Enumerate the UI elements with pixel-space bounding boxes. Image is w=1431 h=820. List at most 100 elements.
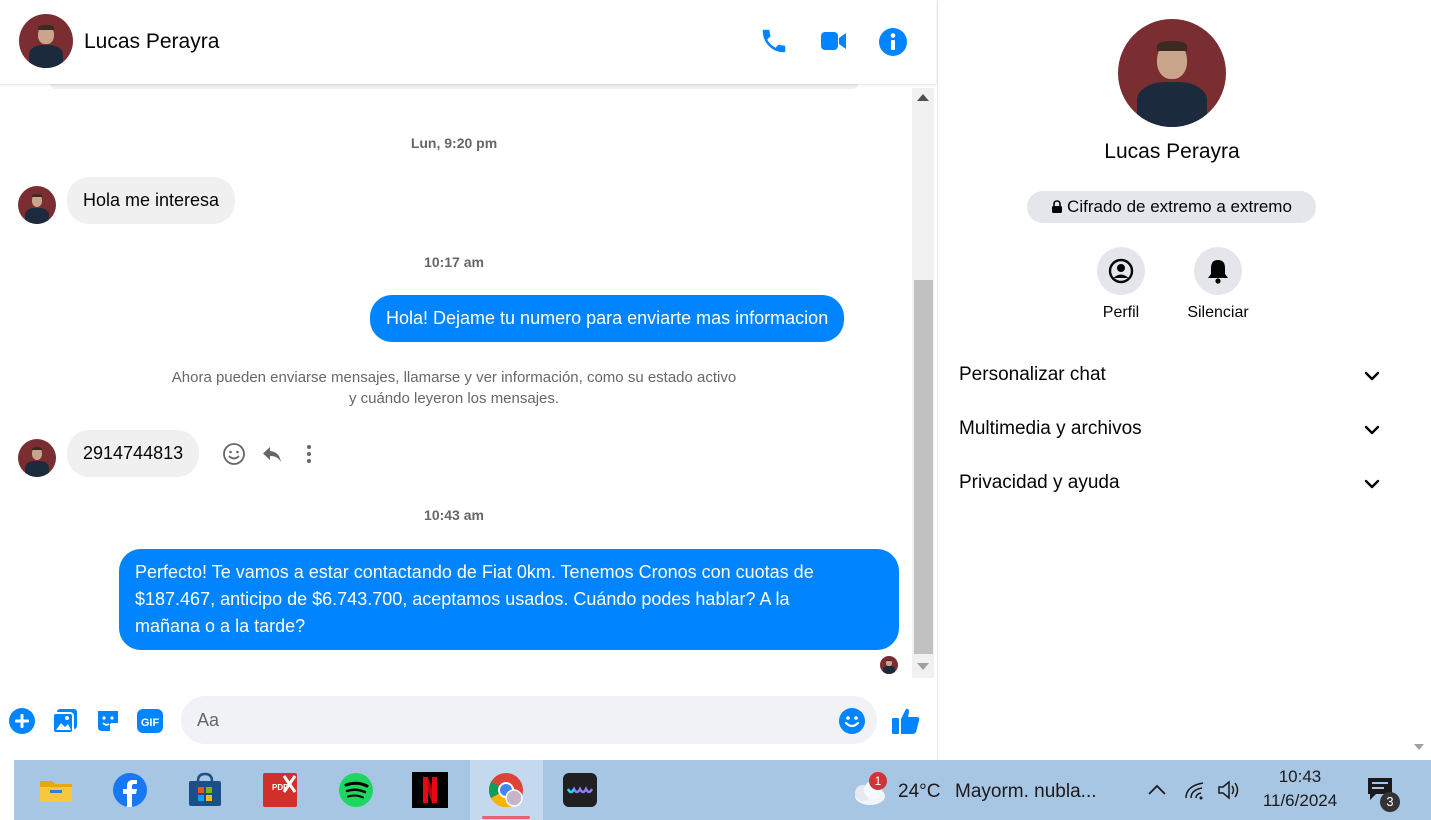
- bell-icon: [1208, 260, 1228, 284]
- more-actions-button[interactable]: [8, 707, 36, 735]
- sticker-button[interactable]: [94, 707, 122, 735]
- sender-avatar[interactable]: [18, 186, 56, 224]
- emoji-button[interactable]: [838, 707, 866, 735]
- system-notice: Ahora pueden enviarse mensajes, llamarse…: [104, 367, 804, 409]
- customize-chat-section[interactable]: Personalizar chat: [959, 364, 1385, 390]
- message-input[interactable]: [181, 696, 877, 744]
- network-status-button[interactable]: [1183, 778, 1207, 802]
- scrollbar-thumb[interactable]: [914, 280, 933, 654]
- profile-name: Lucas Perayra: [1104, 140, 1240, 163]
- microsoft-store-button[interactable]: [187, 772, 223, 808]
- clock-date: 11/6/2024: [1262, 791, 1338, 810]
- voice-call-button[interactable]: [759, 26, 789, 56]
- message-text: 2914744813: [83, 443, 184, 463]
- chevron-down-icon: [1364, 479, 1380, 489]
- spotify-icon: [339, 773, 373, 807]
- gif-button[interactable]: GIF: [136, 707, 164, 735]
- clock-time: 10:43: [1278, 767, 1322, 786]
- encryption-badge: Cifrado de extremo a extremo: [1027, 191, 1316, 223]
- chrome-button[interactable]: [488, 772, 524, 808]
- profile-button[interactable]: [1097, 247, 1145, 295]
- show-hidden-icons-button[interactable]: [1146, 780, 1168, 800]
- speaker-icon: [1218, 780, 1239, 800]
- message-timestamp: 10:17 am: [424, 254, 484, 270]
- outgoing-message-bubble[interactable]: Perfecto! Te vamos a estar contactando d…: [119, 549, 899, 650]
- react-button[interactable]: [222, 442, 246, 466]
- scroll-down-arrow[interactable]: [912, 658, 934, 676]
- file-explorer-button[interactable]: [38, 772, 74, 808]
- section-label: Personalizar chat: [959, 364, 1106, 385]
- sender-avatar[interactable]: [18, 439, 56, 477]
- phone-icon: [762, 29, 786, 53]
- message-timestamp: 10:43 am: [424, 507, 484, 523]
- weather-description: Mayorm. nubla...: [955, 781, 1097, 802]
- weather-alert-badge: 1: [869, 772, 887, 790]
- mute-button[interactable]: [1194, 247, 1242, 295]
- privacy-help-section[interactable]: Privacidad y ayuda: [959, 472, 1385, 498]
- reply-icon: [263, 447, 281, 462]
- pdf-editor-button[interactable]: PDF: [262, 772, 298, 808]
- clock[interactable]: 10:43 11/6/2024: [1252, 765, 1348, 817]
- message-text: Hola! Dejame tu numero para enviarte mas…: [386, 308, 829, 328]
- store-icon: [189, 772, 221, 806]
- like-send-button[interactable]: [890, 705, 922, 737]
- message-text-line: $187.467, anticipo de $6.743.700, acepta…: [135, 589, 790, 609]
- encryption-label: Cifrado de extremo a extremo: [1067, 197, 1292, 216]
- chat-header: Lucas Perayra: [0, 0, 936, 84]
- system-notice-line: Ahora pueden enviarse mensajes, llamarse…: [171, 369, 737, 386]
- weather-widget[interactable]: 1 24°C Mayorm. nubla...: [848, 770, 1118, 812]
- message-list[interactable]: Lun, 9:20 pm Hola me interesa 10:17 am H…: [0, 84, 910, 680]
- photo-gallery-icon: [52, 709, 77, 734]
- message-text-line: mañana o a la tarde?: [135, 616, 306, 636]
- facebook-button[interactable]: [112, 772, 148, 808]
- incoming-message-bubble[interactable]: Hola me interesa: [67, 177, 236, 224]
- desktop-edge: [0, 760, 14, 820]
- lock-icon: [1052, 200, 1063, 213]
- page-scroll-down-arrow[interactable]: [1410, 740, 1428, 754]
- page-scrollbar[interactable]: [1407, 0, 1431, 760]
- spotify-button[interactable]: [338, 772, 374, 808]
- video-call-button[interactable]: [819, 27, 849, 55]
- profile-picture[interactable]: [1118, 19, 1226, 127]
- message-timestamp: Lun, 9:20 pm: [410, 135, 498, 151]
- plus-circle-icon: [9, 708, 35, 734]
- thumbs-up-icon: [892, 708, 920, 734]
- conversation-info-button[interactable]: [878, 27, 908, 57]
- gif-icon: GIF: [137, 709, 163, 733]
- folder-icon: [40, 781, 72, 802]
- more-options-button[interactable]: [300, 442, 318, 466]
- netflix-icon: [412, 772, 448, 808]
- message-text: Hola me interesa: [83, 190, 220, 210]
- scroll-up-arrow[interactable]: [912, 88, 934, 106]
- user-circle-icon: [1108, 258, 1134, 284]
- attach-photo-button[interactable]: [51, 707, 79, 735]
- mute-label: Silenciar: [1187, 304, 1249, 321]
- contact-name[interactable]: Lucas Perayra: [84, 30, 219, 54]
- contact-avatar[interactable]: [19, 14, 73, 68]
- outgoing-message-bubble[interactable]: Hola! Dejame tu numero para enviarte mas…: [370, 295, 845, 342]
- wifi-icon: [1185, 782, 1204, 800]
- seen-receipt-avatar: [880, 656, 898, 674]
- reply-button[interactable]: [260, 442, 284, 466]
- sticker-icon: [98, 711, 118, 731]
- notification-center-button[interactable]: 3: [1366, 776, 1406, 814]
- media-files-section[interactable]: Multimedia y archivos: [959, 418, 1385, 444]
- chrome-icon: [489, 773, 523, 807]
- chrome-active-indicator: [482, 816, 530, 819]
- voice-app-button[interactable]: [562, 772, 598, 808]
- system-notice-line: y cuándo leyeron los mensajes.: [348, 390, 560, 407]
- more-vertical-icon: [307, 445, 311, 463]
- profile-label: Perfil: [1102, 304, 1140, 321]
- section-label: Multimedia y archivos: [959, 418, 1142, 439]
- incoming-message-bubble[interactable]: 2914744813: [67, 430, 200, 477]
- emoji-icon: [839, 708, 865, 734]
- temperature: 24°C: [898, 781, 941, 802]
- notification-count-badge: 3: [1380, 792, 1400, 812]
- svg-text:GIF: GIF: [141, 717, 160, 729]
- netflix-button[interactable]: [412, 772, 448, 808]
- triangle-up-icon: [917, 94, 929, 101]
- smiley-icon: [223, 443, 245, 465]
- volume-button[interactable]: [1216, 778, 1242, 802]
- pdf-icon: PDF: [263, 773, 297, 807]
- chevron-up-icon: [1148, 784, 1166, 795]
